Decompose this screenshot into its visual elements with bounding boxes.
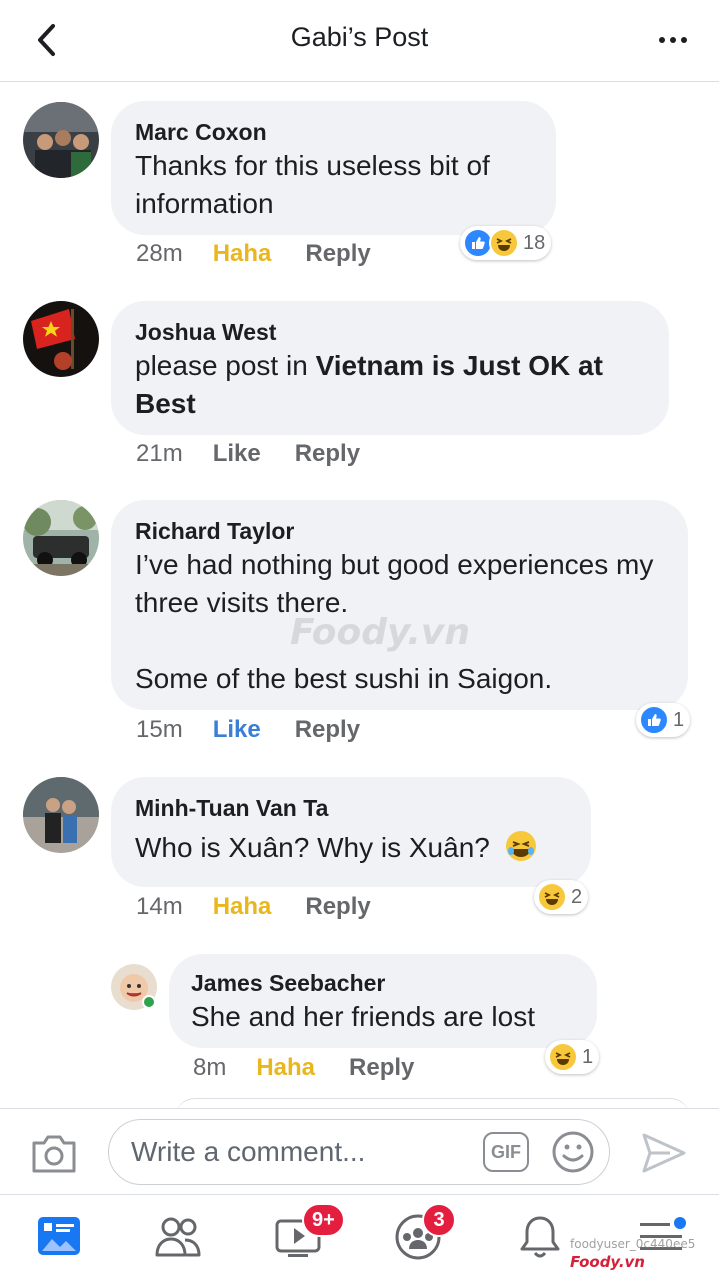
- comment-meta: 28m Haha Reply: [136, 240, 405, 268]
- comment-bubble[interactable]: Marc Coxon Thanks for this useless bit o…: [111, 101, 556, 235]
- camera-button[interactable]: [30, 1131, 78, 1175]
- comment-bubble[interactable]: Minh-Tuan Van Ta Who is Xuân? Why is Xuâ…: [111, 777, 591, 887]
- like-reaction-icon: [639, 705, 669, 735]
- groups-notification-badge: 3: [422, 1203, 456, 1237]
- haha-reaction-icon: [537, 882, 567, 912]
- top-bar: Gabi’s Post: [0, 0, 719, 82]
- reaction-count: 1: [673, 708, 685, 731]
- gif-button[interactable]: GIF: [483, 1132, 529, 1172]
- corner-watermark-user: foodyuser_0c440ee5: [570, 1237, 696, 1251]
- comment-meta: 8m Haha Reply: [193, 1054, 448, 1082]
- sticker-button[interactable]: [551, 1130, 595, 1174]
- more-options-button[interactable]: [651, 20, 695, 60]
- comment-text-prefix: please post in: [135, 350, 316, 381]
- commenter-name[interactable]: Richard Taylor: [135, 516, 664, 546]
- comment-time: 14m: [136, 893, 183, 920]
- comment-text-line-2: Some of the best sushi in Saigon.: [135, 663, 553, 694]
- comment-time: 15m: [136, 716, 183, 743]
- comment-text: Thanks for this useless bit of informati…: [135, 150, 490, 219]
- reply-button[interactable]: Reply: [305, 893, 370, 921]
- comment-text-body: Who is Xuân? Why is Xuân?: [135, 832, 490, 863]
- haha-button[interactable]: Haha: [213, 893, 272, 921]
- commenter-name[interactable]: Joshua West: [135, 317, 645, 347]
- haha-button[interactable]: Haha: [213, 240, 272, 268]
- comment-bubble[interactable]: Joshua West please post in Vietnam is Ju…: [111, 301, 669, 435]
- comment-input-wrapper: GIF: [108, 1119, 610, 1185]
- tab-friends[interactable]: [154, 1213, 204, 1263]
- reaction-summary[interactable]: 18: [460, 226, 552, 260]
- like-button[interactable]: Like: [213, 716, 261, 744]
- avatar[interactable]: [23, 102, 99, 178]
- comment-meta: 21m Like Reply: [136, 440, 394, 468]
- bell-icon: [520, 1216, 560, 1258]
- comment-meta: 15m Like Reply: [136, 716, 394, 744]
- reply-button[interactable]: Reply: [295, 440, 360, 468]
- reaction-count: 1: [582, 1045, 594, 1068]
- smiley-icon: [552, 1131, 594, 1173]
- avatar[interactable]: [23, 777, 99, 853]
- tab-news-feed[interactable]: [36, 1213, 86, 1263]
- dot-icon: [670, 37, 676, 43]
- comment-time: 8m: [193, 1054, 227, 1081]
- reply-button[interactable]: Reply: [295, 716, 360, 744]
- comment-composer: GIF: [0, 1108, 719, 1194]
- commenter-name[interactable]: Minh-Tuan Van Ta: [135, 793, 567, 823]
- friends-icon: [155, 1217, 201, 1257]
- send-icon: [642, 1133, 686, 1173]
- comment-time: 28m: [136, 240, 183, 267]
- reaction-count: 2: [571, 885, 583, 908]
- dot-icon: [659, 37, 665, 43]
- reaction-count: 18: [523, 231, 546, 254]
- reaction-summary[interactable]: 1: [636, 703, 691, 737]
- comment-text: Who is Xuân? Why is Xuân?: [135, 829, 567, 867]
- comment-bubble[interactable]: James Seebacher She and her friends are …: [169, 954, 597, 1048]
- tab-notifications[interactable]: [516, 1213, 566, 1263]
- laughing-emoji-icon: [505, 831, 536, 861]
- like-button[interactable]: Like: [213, 440, 261, 468]
- haha-button[interactable]: Haha: [256, 1054, 315, 1082]
- foody-watermark: Foody.vn: [290, 612, 470, 653]
- commenter-name[interactable]: James Seebacher: [191, 968, 575, 998]
- dot-icon: [681, 37, 687, 43]
- comment-bubble[interactable]: Richard Taylor I’ve had nothing but good…: [111, 500, 688, 710]
- comment-input[interactable]: [131, 1130, 471, 1174]
- watch-notification-badge: 9+: [302, 1203, 345, 1237]
- haha-reaction-icon: [489, 228, 519, 258]
- reply-button[interactable]: Reply: [305, 240, 370, 268]
- comment-text: please post in Vietnam is Just OK at Bes…: [135, 347, 655, 423]
- send-button[interactable]: [640, 1131, 688, 1175]
- avatar[interactable]: [23, 500, 99, 576]
- haha-reaction-icon: [548, 1042, 578, 1072]
- avatar[interactable]: [23, 301, 99, 377]
- reply-button[interactable]: Reply: [349, 1054, 414, 1082]
- reaction-summary[interactable]: 2: [534, 880, 589, 914]
- comment-text: She and her friends are lost: [191, 1001, 535, 1032]
- comment-text: I’ve had nothing but good experiences my…: [135, 549, 654, 618]
- comment-time: 21m: [136, 440, 183, 467]
- reaction-summary[interactable]: 1: [545, 1040, 600, 1074]
- news-feed-icon: [38, 1217, 80, 1255]
- online-status-dot: [142, 995, 156, 1009]
- camera-icon: [32, 1135, 76, 1173]
- page-title: Gabi’s Post: [290, 22, 429, 52]
- commenter-name[interactable]: Marc Coxon: [135, 117, 532, 147]
- corner-watermark-logo: Foody.vn: [570, 1253, 645, 1271]
- comment-meta: 14m Haha Reply: [136, 893, 405, 921]
